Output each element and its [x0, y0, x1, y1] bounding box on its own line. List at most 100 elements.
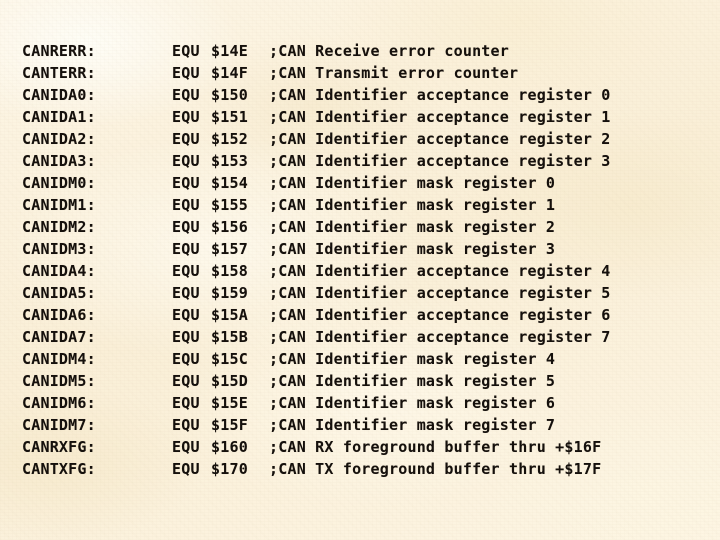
directive-mnemonic: EQU: [172, 64, 200, 82]
operand-value: $14F: [211, 64, 248, 82]
symbol-label: CANIDM7:: [22, 416, 96, 434]
code-line: CANIDA7: EQU $15B ;CAN Identifier acceptanc…: [22, 326, 611, 348]
code-line: CANIDA2: EQU $152 ;CAN Identifier acceptanc…: [22, 128, 611, 150]
operand-value: $152: [211, 130, 248, 148]
symbol-label: CANTERR:: [22, 64, 96, 82]
symbol-label: CANIDA7:: [22, 328, 96, 346]
operand-value: $15E: [211, 394, 248, 412]
operand-value: $157: [211, 240, 248, 258]
operand-value: $15D: [211, 372, 248, 390]
code-line: CANIDA5: EQU $159 ;CAN Identifier acceptanc…: [22, 282, 611, 304]
line-comment: ;CAN Identifier mask register 2: [269, 218, 556, 236]
operand-value: $158: [211, 262, 248, 280]
code-line: CANIDM5: EQU $15D ;CAN Identifier mask regi…: [22, 370, 611, 392]
directive-mnemonic: EQU: [172, 416, 200, 434]
code-line: CANRERR: EQU $14E ;CAN Receive error counte…: [22, 40, 611, 62]
symbol-label: CANIDA6:: [22, 306, 96, 324]
operand-value: $150: [211, 86, 248, 104]
code-line: CANIDM0: EQU $154 ;CAN Identifier mask regi…: [22, 172, 611, 194]
line-comment: ;CAN Identifier acceptance register 7: [269, 328, 611, 346]
line-comment: ;CAN Identifier mask register 5: [269, 372, 556, 390]
operand-value: $151: [211, 108, 248, 126]
code-line: CANIDM1: EQU $155 ;CAN Identifier mask regi…: [22, 194, 611, 216]
line-comment: ;CAN Identifier acceptance register 5: [269, 284, 611, 302]
line-comment: ;CAN Identifier mask register 6: [269, 394, 556, 412]
operand-value: $170: [211, 460, 248, 478]
symbol-label: CANIDM0:: [22, 174, 96, 192]
code-line: CANIDM7: EQU $15F ;CAN Identifier mask regi…: [22, 414, 611, 436]
symbol-label: CANIDM6:: [22, 394, 96, 412]
directive-mnemonic: EQU: [172, 196, 200, 214]
code-line: CANIDA1: EQU $151 ;CAN Identifier acceptanc…: [22, 106, 611, 128]
assembly-code-listing: CANRERR: EQU $14E ;CAN Receive error counte…: [22, 40, 611, 480]
operand-value: $15A: [211, 306, 248, 324]
line-comment: ;CAN Transmit error counter: [269, 64, 519, 82]
code-line: CANIDA6: EQU $15A ;CAN Identifier acceptanc…: [22, 304, 611, 326]
operand-value: $15B: [211, 328, 248, 346]
line-comment: ;CAN Identifier mask register 4: [269, 350, 556, 368]
symbol-label: CANRXFG:: [22, 438, 96, 456]
line-comment: ;CAN RX foreground buffer thru +$16F: [269, 438, 602, 456]
code-line: CANIDM3: EQU $157 ;CAN Identifier mask regi…: [22, 238, 611, 260]
directive-mnemonic: EQU: [172, 438, 200, 456]
line-comment: ;CAN Identifier acceptance register 0: [269, 86, 611, 104]
line-comment: ;CAN TX foreground buffer thru +$17F: [269, 460, 602, 478]
code-line: CANIDA3: EQU $153 ;CAN Identifier acceptanc…: [22, 150, 611, 172]
symbol-label: CANIDA4:: [22, 262, 96, 280]
directive-mnemonic: EQU: [172, 240, 200, 258]
symbol-label: CANIDM3:: [22, 240, 96, 258]
line-comment: ;CAN Identifier acceptance register 4: [269, 262, 611, 280]
directive-mnemonic: EQU: [172, 460, 200, 478]
operand-value: $154: [211, 174, 248, 192]
operand-value: $15F: [211, 416, 248, 434]
line-comment: ;CAN Identifier mask register 0: [269, 174, 556, 192]
line-comment: ;CAN Identifier mask register 1: [269, 196, 556, 214]
symbol-label: CANIDA5:: [22, 284, 96, 302]
symbol-label: CANIDM2:: [22, 218, 96, 236]
directive-mnemonic: EQU: [172, 130, 200, 148]
directive-mnemonic: EQU: [172, 306, 200, 324]
symbol-label: CANIDA0:: [22, 86, 96, 104]
line-comment: ;CAN Identifier acceptance register 2: [269, 130, 611, 148]
symbol-label: CANIDA2:: [22, 130, 96, 148]
directive-mnemonic: EQU: [172, 372, 200, 390]
symbol-label: CANIDA3:: [22, 152, 96, 170]
directive-mnemonic: EQU: [172, 174, 200, 192]
symbol-label: CANIDA1:: [22, 108, 96, 126]
line-comment: ;CAN Receive error counter: [269, 42, 509, 60]
directive-mnemonic: EQU: [172, 108, 200, 126]
symbol-label: CANIDM1:: [22, 196, 96, 214]
directive-mnemonic: EQU: [172, 328, 200, 346]
code-line: CANIDM6: EQU $15E ;CAN Identifier mask regi…: [22, 392, 611, 414]
symbol-label: CANIDM4:: [22, 350, 96, 368]
directive-mnemonic: EQU: [172, 284, 200, 302]
operand-value: $160: [211, 438, 248, 456]
slide-canvas: CANRERR: EQU $14E ;CAN Receive error counte…: [0, 0, 720, 540]
line-comment: ;CAN Identifier acceptance register 3: [269, 152, 611, 170]
line-comment: ;CAN Identifier mask register 3: [269, 240, 556, 258]
line-comment: ;CAN Identifier mask register 7: [269, 416, 556, 434]
directive-mnemonic: EQU: [172, 262, 200, 280]
directive-mnemonic: EQU: [172, 42, 200, 60]
operand-value: $159: [211, 284, 248, 302]
directive-mnemonic: EQU: [172, 152, 200, 170]
operand-value: $15C: [211, 350, 248, 368]
directive-mnemonic: EQU: [172, 86, 200, 104]
code-line: CANIDA4: EQU $158 ;CAN Identifier acceptanc…: [22, 260, 611, 282]
operand-value: $153: [211, 152, 248, 170]
symbol-label: CANRERR:: [22, 42, 96, 60]
code-line: CANIDM4: EQU $15C ;CAN Identifier mask regi…: [22, 348, 611, 370]
code-line: CANTXFG: EQU $170 ;CAN TX foreground buffer…: [22, 458, 611, 480]
directive-mnemonic: EQU: [172, 350, 200, 368]
directive-mnemonic: EQU: [172, 218, 200, 236]
code-line: CANIDA0: EQU $150 ;CAN Identifier acceptanc…: [22, 84, 611, 106]
operand-value: $155: [211, 196, 248, 214]
symbol-label: CANTXFG:: [22, 460, 96, 478]
code-line: CANIDM2: EQU $156 ;CAN Identifier mask regi…: [22, 216, 611, 238]
operand-value: $14E: [211, 42, 248, 60]
symbol-label: CANIDM5:: [22, 372, 96, 390]
line-comment: ;CAN Identifier acceptance register 1: [269, 108, 611, 126]
directive-mnemonic: EQU: [172, 394, 200, 412]
code-line: CANTERR: EQU $14F ;CAN Transmit error count…: [22, 62, 611, 84]
line-comment: ;CAN Identifier acceptance register 6: [269, 306, 611, 324]
